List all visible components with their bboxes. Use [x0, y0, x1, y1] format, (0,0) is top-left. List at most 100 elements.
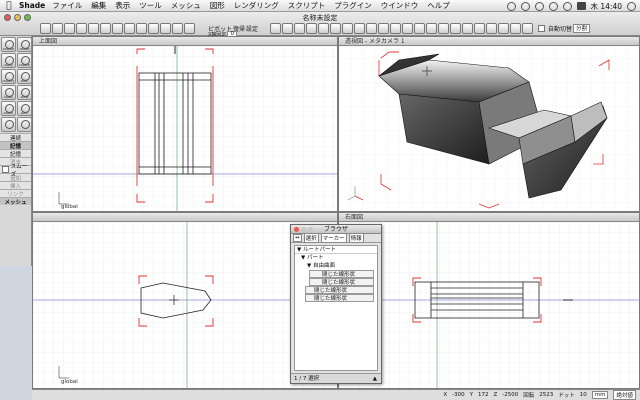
layout-21-icon[interactable]: [510, 22, 521, 34]
menu-view[interactable]: 表示: [115, 0, 130, 11]
continuous-button[interactable]: 連続: [0, 133, 31, 142]
redo-icon[interactable]: [52, 22, 63, 34]
sync-icon[interactable]: [506, 1, 516, 11]
menu-edit[interactable]: 編集: [91, 0, 106, 11]
layout-6-icon[interactable]: [330, 22, 341, 34]
light-icon[interactable]: [148, 22, 159, 34]
layout-16-icon[interactable]: [450, 22, 461, 34]
layout-8-icon[interactable]: [354, 22, 365, 34]
cut-icon[interactable]: [64, 22, 75, 34]
perspective-viewport[interactable]: 透視図 - メタカメラ 1: [338, 36, 640, 212]
copy-icon[interactable]: [76, 22, 87, 34]
menu-tools[interactable]: ツール: [139, 0, 162, 11]
time-machine-icon[interactable]: [520, 1, 530, 11]
layout-2-icon[interactable]: [282, 22, 293, 34]
browser-tree[interactable]: ▼ ルートパート ▼ パート ▼ 自由曲面 閉じた線形状 閉じた線形状 閉じた線…: [294, 245, 378, 371]
menubar-clock[interactable]: 木 14:40: [591, 1, 623, 12]
zoom-tool-icon[interactable]: zoom: [1, 101, 16, 116]
pan-tool-icon[interactable]: pan: [17, 101, 32, 116]
undo-icon[interactable]: [40, 22, 51, 34]
auto-switch-checkbox[interactable]: [538, 24, 545, 32]
menu-window[interactable]: ウインドウ: [381, 0, 419, 11]
tree-root-part[interactable]: ▼ ルートパート: [295, 246, 377, 254]
menu-shape[interactable]: 図形: [210, 0, 225, 11]
bluetooth-icon[interactable]: [534, 1, 544, 11]
right-view-canvas[interactable]: [339, 222, 639, 388]
split-select[interactable]: 分割: [573, 23, 591, 33]
create-tool-icon[interactable]: create: [1, 37, 16, 52]
tree-closed-line-2[interactable]: 閉じた線形状: [309, 278, 374, 286]
menu-file[interactable]: ファイル: [52, 0, 82, 11]
browser-menu-triangle-icon[interactable]: ▲: [373, 374, 377, 384]
apple-menu-icon[interactable]: : [3, 1, 15, 11]
layout-15-icon[interactable]: [438, 22, 449, 34]
smooth-checkbox[interactable]: スムーズ: [0, 164, 31, 178]
tree-part[interactable]: ▼ パート: [295, 254, 377, 262]
render-icon[interactable]: [160, 22, 171, 34]
browser-select-menu[interactable]: 選択: [303, 233, 319, 243]
layout-10-icon[interactable]: [378, 22, 389, 34]
browser-info-menu[interactable]: 情報: [348, 233, 364, 243]
browser-titlebar[interactable]: ブラウザ: [291, 225, 381, 234]
layout-5-icon[interactable]: [318, 22, 329, 34]
wifi-icon[interactable]: [548, 1, 558, 11]
layout-1-icon[interactable]: [270, 22, 281, 34]
snap-icon[interactable]: [124, 22, 135, 34]
perspective-canvas[interactable]: [339, 46, 639, 211]
layout-13-icon[interactable]: [414, 22, 425, 34]
coord-mode-select[interactable]: 絶対値: [613, 390, 636, 400]
layout-19-icon[interactable]: [486, 22, 497, 34]
edit-tool-icon[interactable]: edit: [17, 69, 32, 84]
layout-12-icon[interactable]: [402, 22, 413, 34]
browser-close-icon[interactable]: [294, 227, 299, 232]
layout-22-icon[interactable]: [522, 22, 533, 34]
top-view-viewport[interactable]: 上面図 global: [32, 36, 338, 212]
smooth-check-box[interactable]: [2, 166, 9, 173]
preview-icon[interactable]: [172, 22, 183, 34]
camera-icon[interactable]: [136, 22, 147, 34]
delete-icon[interactable]: [100, 22, 111, 34]
menu-script[interactable]: スクリプト: [288, 0, 326, 11]
move-tool-icon[interactable]: move: [17, 37, 32, 52]
lasso-select-icon[interactable]: [17, 117, 32, 132]
layout-20-icon[interactable]: [498, 22, 509, 34]
right-view-viewport[interactable]: 右面図: [338, 212, 640, 389]
app-menu[interactable]: Shade: [19, 1, 45, 10]
layout-7-icon[interactable]: [342, 22, 353, 34]
layout-18-icon[interactable]: [474, 22, 485, 34]
volume-icon[interactable]: [562, 1, 572, 11]
browser-zoom-icon[interactable]: [308, 227, 313, 232]
layout-14-icon[interactable]: [426, 22, 437, 34]
layout-11-icon[interactable]: [390, 22, 401, 34]
browser-arrows-icon[interactable]: ↔: [293, 234, 302, 242]
browser-marker-menu[interactable]: マーカー: [320, 233, 347, 243]
spotlight-icon[interactable]: [627, 1, 636, 11]
menu-plugin[interactable]: プラグイン: [334, 0, 372, 11]
menu-mesh[interactable]: メッシュ: [171, 0, 201, 11]
copy-tool-icon[interactable]: copy: [1, 53, 16, 68]
layout-17-icon[interactable]: [462, 22, 473, 34]
tree-closed-line-3[interactable]: 閉じた線形状: [305, 286, 374, 294]
menu-help[interactable]: ヘルプ: [427, 0, 450, 11]
browser-palette[interactable]: ブラウザ ↔ 選択 マーカー 情報 ▼ ルートパート ▼ パート ▼ 自由曲面 …: [290, 224, 382, 384]
memory-button[interactable]: 記憶: [0, 149, 31, 158]
paste-icon[interactable]: [88, 22, 99, 34]
menu-rendering[interactable]: レンダリング: [234, 0, 279, 11]
tree-closed-line-4[interactable]: 閉じた線形状: [305, 294, 374, 302]
battery-icon[interactable]: [576, 2, 586, 10]
link-button[interactable]: リンク: [0, 189, 31, 198]
unit-select[interactable]: mm: [591, 391, 609, 399]
browser-minimize-icon[interactable]: [301, 227, 306, 232]
layout-9-icon[interactable]: [366, 22, 377, 34]
modify-tool-icon[interactable]: modify: [1, 69, 16, 84]
tree-freeform[interactable]: ▼ 自由曲面: [295, 262, 377, 270]
view-tool-icon[interactable]: view: [17, 85, 32, 100]
layout-4-icon[interactable]: [306, 22, 317, 34]
tools-tool-icon[interactable]: tools: [1, 85, 16, 100]
top-view-canvas[interactable]: global: [33, 46, 337, 211]
grid-icon[interactable]: [112, 22, 123, 34]
layout-3-icon[interactable]: [294, 22, 305, 34]
material-icon[interactable]: [184, 22, 195, 34]
insert-button[interactable]: 挿入: [0, 181, 31, 190]
settings-button[interactable]: 設定: [246, 24, 258, 33]
